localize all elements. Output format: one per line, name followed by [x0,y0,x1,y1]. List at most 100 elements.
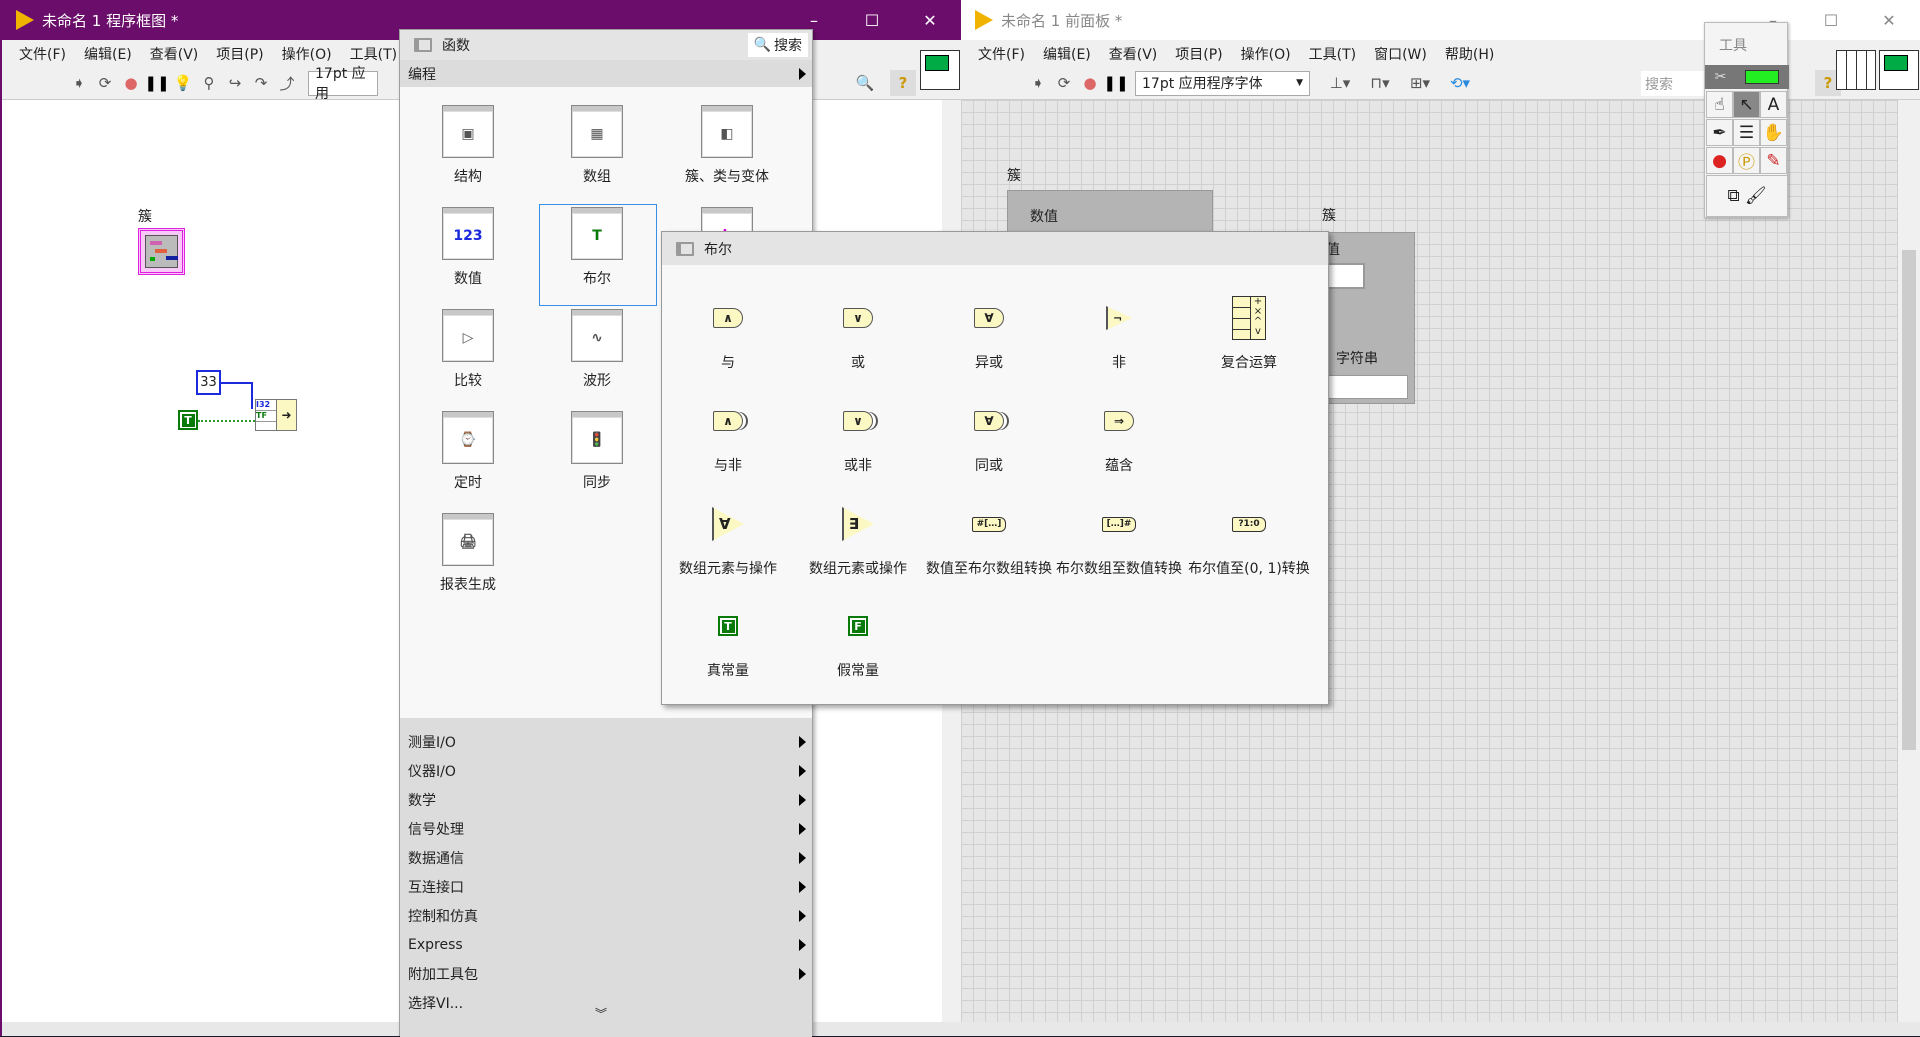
boolean-function-2-icon[interactable]: ∀ [964,293,1014,343]
font-select[interactable]: 17pt 应用程序字体 ▼ [1135,70,1310,96]
numeric-icon[interactable]: 123 [442,207,494,260]
pin-icon[interactable] [676,241,694,256]
retain-wire-values-icon[interactable]: ⚲ [196,70,222,96]
search-button[interactable]: 🔍 搜索 [747,33,808,57]
true-constant[interactable]: T [178,410,198,430]
operate-tool-hand-icon[interactable]: ☝ [1706,91,1733,118]
step-over-icon[interactable]: ↷ [248,70,274,96]
category-item[interactable]: Express [400,931,812,958]
close-button[interactable]: ✕ [901,0,959,40]
connector-pane[interactable] [1836,50,1876,90]
menu-project[interactable]: 项目(P) [1166,44,1231,64]
boolean-icon[interactable]: T [571,207,623,260]
boolean-function-6-icon[interactable]: ∨ [833,396,883,446]
text-tool-icon[interactable]: A [1760,91,1787,118]
resize-objects-icon[interactable]: ⊞▾ [1400,70,1440,96]
boolean-function-7-icon[interactable]: ∀ [964,396,1014,446]
boolean-function-15-icon[interactable]: T [703,601,753,651]
structures-icon[interactable]: ▣ [442,105,494,158]
category-item[interactable]: 仪器I/O [400,757,812,784]
probe-tool-icon[interactable]: Ⓟ [1733,147,1760,174]
boolean-function-0-icon[interactable]: ∧ [703,293,753,343]
highlight-execution-icon[interactable]: 💡 [170,70,196,96]
array-icon[interactable]: ▦ [571,105,623,158]
boolean-function-10-icon[interactable]: ∀ [703,499,753,549]
shortcut-menu-tool-icon[interactable]: ☰ [1733,119,1760,146]
pause-icon[interactable]: ❚❚ [1103,70,1129,96]
category-item[interactable]: 互连接口 [400,873,812,900]
run-arrow-icon[interactable]: ➧ [1025,70,1051,96]
run-arrow-icon[interactable]: ➧ [66,70,92,96]
bundle-node[interactable]: I32 TF ➜ [255,399,297,431]
numeric-wire[interactable] [221,382,253,409]
close-button[interactable]: ✕ [1860,0,1918,40]
color-copy-tool-icon[interactable]: ✎ [1760,147,1787,174]
maximize-button[interactable]: ☐ [843,0,901,40]
category-item[interactable]: 控制和仿真 [400,902,812,929]
vertical-scrollbar[interactable] [1898,100,1920,1022]
menu-view[interactable]: 查看(V) [1100,44,1167,64]
position-tool-arrow-icon[interactable]: ↖ [1733,91,1760,118]
boolean-function-16-icon[interactable]: F [833,601,883,651]
boolean-function-4-icon[interactable]: + × ^ v [1224,293,1274,343]
section-programming[interactable]: 编程 [400,60,812,87]
boolean-function-5-icon[interactable]: ∧ [703,396,753,446]
boolean-function-3-icon[interactable]: ¬ [1094,293,1144,343]
vi-icon[interactable] [1879,50,1919,90]
timing-icon[interactable]: ⌚ [442,411,494,464]
menu-file[interactable]: 文件(F) [10,44,75,64]
boolean-function-12-icon[interactable]: #[…] [964,499,1014,549]
breakpoint-tool-icon[interactable]: ● [1706,147,1733,174]
category-item[interactable]: 数学 [400,786,812,813]
boolean-function-1-icon[interactable]: ∨ [833,293,883,343]
category-item[interactable]: 信号处理 [400,815,812,842]
boolean-function-8-icon[interactable]: ⇒ [1094,396,1144,446]
category-item[interactable]: 附加工具包 [400,960,812,987]
category-item[interactable]: 数据通信 [400,844,812,871]
pause-icon[interactable]: ❚❚ [144,70,170,96]
cluster-class-variant-icon[interactable]: ◧ [701,105,753,158]
wiring-tool-icon[interactable]: ✒ [1706,119,1733,146]
boolean-function-13-icon[interactable]: […]# [1094,499,1144,549]
menu-tools[interactable]: 工具(T) [341,44,406,64]
boolean-function-14-icon[interactable]: ?1:0 [1224,499,1274,549]
coloring-tool-icon[interactable]: ⧉ 🖌 [1706,175,1788,217]
category-item[interactable]: 测量I/O [400,728,812,755]
align-objects-icon[interactable]: ⊥▾ [1320,70,1360,96]
boolean-wire[interactable] [198,420,255,422]
menu-operate[interactable]: 操作(O) [1232,44,1300,64]
menu-help[interactable]: 帮助(H) [1436,44,1503,64]
menu-tools[interactable]: 工具(T) [1300,44,1365,64]
synchronization-icon[interactable]: 🚦 [571,411,623,464]
step-out-icon[interactable]: ⤴ [274,70,300,96]
menu-file[interactable]: 文件(F) [969,44,1034,64]
help-icon[interactable]: ? [890,70,916,96]
distribute-objects-icon[interactable]: ⊓▾ [1360,70,1400,96]
reorder-icon[interactable]: ⟲▾ [1440,70,1480,96]
font-select[interactable]: 17pt 应用 [308,66,378,102]
search-icon[interactable]: 🔍 [852,70,878,96]
abort-icon[interactable]: ● [1077,70,1103,96]
menu-project[interactable]: 项目(P) [207,44,272,64]
vi-icon[interactable] [920,50,960,90]
menu-edit[interactable]: 编辑(E) [75,44,141,64]
auto-tool-selection[interactable]: ✂ [1705,65,1789,89]
horizontal-scrollbar[interactable] [961,1022,1920,1036]
menu-edit[interactable]: 编辑(E) [1034,44,1100,64]
numeric-constant[interactable]: 33 [196,370,221,395]
pin-icon[interactable] [414,38,432,52]
expand-more-icon[interactable]: ︾ [595,1005,607,1022]
step-into-icon[interactable]: ↪ [222,70,248,96]
menu-window[interactable]: 窗口(W) [1365,44,1436,64]
scroll-tool-hand-icon[interactable]: ✋ [1760,119,1787,146]
waveform-icon[interactable]: ∿ [571,309,623,362]
boolean-function-11-icon[interactable]: ∃ [833,499,883,549]
menu-view[interactable]: 查看(V) [141,44,208,64]
run-continuously-icon[interactable]: ⟳ [1051,70,1077,96]
report-generation-icon[interactable]: 🖨 [442,513,494,566]
run-continuously-icon[interactable]: ⟳ [92,70,118,96]
cluster-constant[interactable] [138,228,185,275]
abort-icon[interactable]: ● [118,70,144,96]
menu-operate[interactable]: 操作(O) [273,44,341,64]
comparison-icon[interactable]: ▷ [442,309,494,362]
